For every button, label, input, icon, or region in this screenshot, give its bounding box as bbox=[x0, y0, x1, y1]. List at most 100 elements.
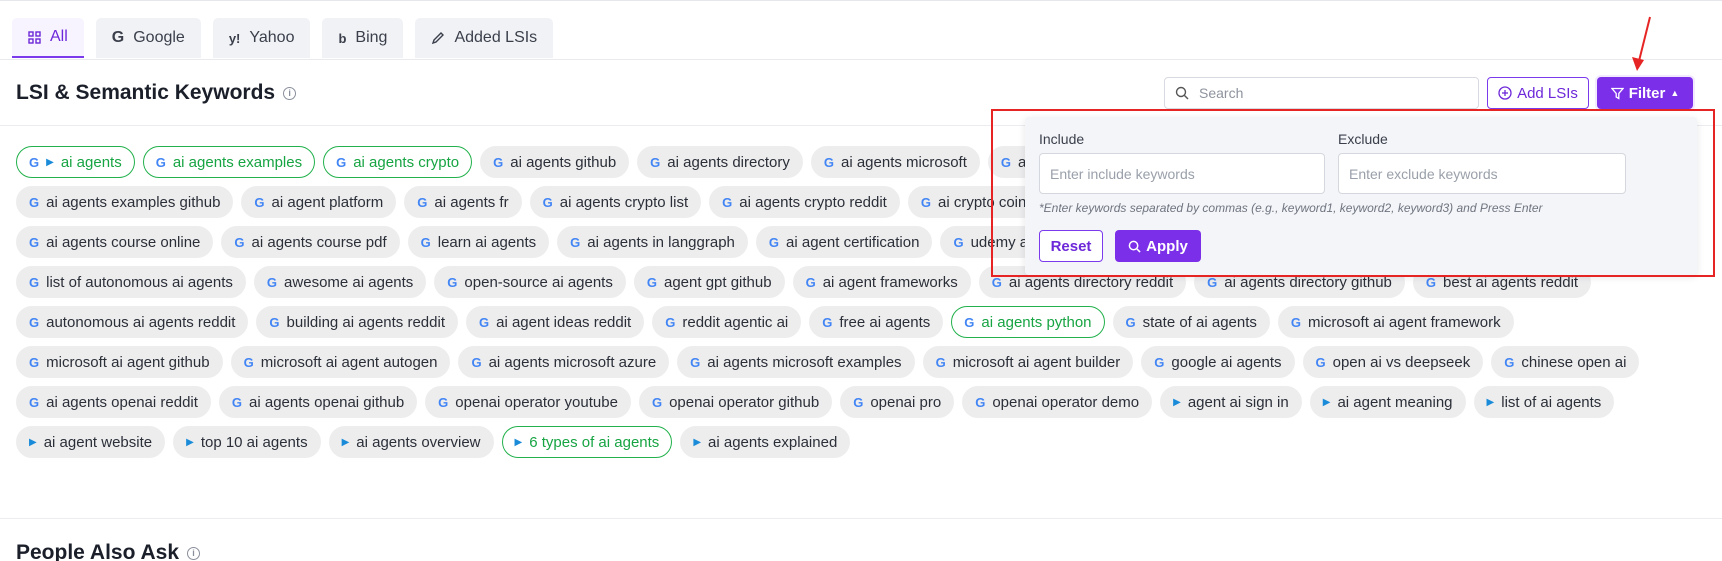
google-icon: G bbox=[29, 354, 40, 370]
keyword-chip[interactable]: Gai agent certification bbox=[755, 226, 933, 258]
keyword-chip[interactable]: Gstate of ai agents bbox=[1112, 306, 1270, 338]
keyword-chip[interactable]: ▶ agent ai sign in bbox=[1160, 386, 1302, 418]
google-icon: G bbox=[29, 234, 40, 250]
keyword-chip[interactable]: Gopenai operator youtube bbox=[425, 386, 631, 418]
include-field[interactable] bbox=[1039, 153, 1325, 194]
keyword-chip[interactable]: ▶ list of ai agents bbox=[1473, 386, 1615, 418]
keyword-chip[interactable]: Greddit agentic ai bbox=[652, 306, 802, 338]
keyword-chip[interactable]: ▶ ai agent meaning bbox=[1309, 386, 1466, 418]
keyword-text: ai agents course pdf bbox=[251, 233, 387, 251]
keyword-text: ai agent frameworks bbox=[822, 273, 958, 291]
keyword-text: ai agent platform bbox=[271, 193, 384, 211]
keyword-chip[interactable]: Gmicrosoft ai agent autogen bbox=[230, 346, 451, 378]
google-icon: G bbox=[853, 394, 864, 410]
tab-label: Yahoo bbox=[249, 29, 295, 46]
keyword-chip[interactable]: Gai agents microsoft azure bbox=[458, 346, 670, 378]
info-icon[interactable]: i bbox=[187, 546, 200, 560]
keyword-chip[interactable]: Glist of autonomous ai agents bbox=[16, 266, 246, 298]
keyword-chip[interactable]: ▶ ai agent website bbox=[16, 426, 166, 458]
keyword-chip[interactable]: Gai agents crypto list bbox=[529, 186, 702, 218]
keyword-chip[interactable]: Gai agents examples github bbox=[16, 186, 234, 218]
bing-icon: b bbox=[338, 30, 347, 46]
google-icon: G bbox=[964, 314, 975, 330]
keyword-chip[interactable]: Gai agents openai reddit bbox=[16, 386, 211, 418]
tab-added-lsis[interactable]: Added LSIs bbox=[415, 18, 554, 58]
keyword-chip[interactable]: Gautonomous ai agents reddit bbox=[16, 306, 249, 338]
keyword-text: google ai agents bbox=[1171, 353, 1282, 371]
keyword-chip[interactable]: Gai agents crypto bbox=[323, 146, 473, 178]
keyword-chip[interactable]: G ▶ ai agents bbox=[16, 146, 135, 178]
keyword-chip[interactable]: Gai agent frameworks bbox=[792, 266, 971, 298]
keyword-chip[interactable]: Gai agents in langgraph bbox=[557, 226, 748, 258]
plus-circle-icon bbox=[1498, 86, 1512, 100]
keyword-text: reddit agentic ai bbox=[682, 313, 789, 331]
exclude-field[interactable] bbox=[1338, 153, 1626, 194]
keyword-chip[interactable]: Gopen ai vs deepseek bbox=[1302, 346, 1484, 378]
search-icon bbox=[1175, 86, 1189, 100]
keyword-text: chinese open ai bbox=[1521, 353, 1627, 371]
keyword-chip[interactable]: Gfree ai agents bbox=[809, 306, 944, 338]
keyword-chip[interactable]: Gopenai operator github bbox=[638, 386, 833, 418]
keyword-chip[interactable]: Gmicrosoft ai agent framework bbox=[1277, 306, 1514, 338]
keyword-chip[interactable]: Gchinese open ai bbox=[1491, 346, 1640, 378]
keyword-text: building ai agents reddit bbox=[286, 313, 445, 331]
keyword-chip[interactable]: Gai agents directory bbox=[637, 146, 803, 178]
keyword-text: ai agents examples bbox=[172, 153, 303, 171]
keyword-text: 6 types of ai agents bbox=[529, 433, 660, 451]
keyword-chip[interactable]: Gai agents microsoft bbox=[810, 146, 980, 178]
google-icon: G bbox=[665, 314, 676, 330]
keyword-chip[interactable]: ▶ 6 types of ai agents bbox=[501, 426, 673, 458]
keyword-chip[interactable]: Gai agents openai github bbox=[218, 386, 418, 418]
keyword-chip[interactable]: Gai agents fr bbox=[404, 186, 522, 218]
info-icon[interactable]: i bbox=[283, 86, 297, 100]
tab-all[interactable]: All bbox=[12, 18, 84, 58]
bing-icon: ▶ bbox=[1486, 396, 1495, 408]
keyword-chip[interactable]: Gopenai operator demo bbox=[962, 386, 1153, 418]
keyword-chip[interactable]: Gai agents crypto reddit bbox=[709, 186, 900, 218]
keyword-chip[interactable]: Gmicrosoft ai agent github bbox=[16, 346, 223, 378]
keyword-chip[interactable]: Gawesome ai agents bbox=[253, 266, 427, 298]
keyword-chip[interactable]: Gai agent platform bbox=[241, 186, 397, 218]
keyword-chip[interactable]: Gai agent ideas reddit bbox=[466, 306, 645, 338]
google-icon: G bbox=[651, 394, 663, 410]
keyword-chip[interactable]: Gai agents examples bbox=[142, 146, 316, 178]
keyword-chip[interactable]: ▶ ai agents explained bbox=[680, 426, 851, 458]
keyword-chip[interactable]: ▶ ai agents overview bbox=[328, 426, 494, 458]
keyword-chip[interactable]: Gai agents python bbox=[951, 306, 1105, 338]
filter-hint: *Enter keywords separated by commas (e.g… bbox=[1039, 201, 1543, 215]
google-icon: G bbox=[646, 274, 657, 290]
keyword-chip[interactable]: Gopen-source ai agents bbox=[434, 266, 626, 298]
keyword-chip[interactable]: Gmicrosoft ai agent builder bbox=[922, 346, 1134, 378]
google-icon: G bbox=[269, 314, 280, 330]
bing-icon: ▶ bbox=[514, 436, 523, 448]
keyword-chip[interactable]: Gai agents microsoft examples bbox=[677, 346, 915, 378]
keyword-chip[interactable]: Ggoogle ai agents bbox=[1141, 346, 1295, 378]
filter-label: Filter bbox=[1628, 84, 1666, 102]
page: All G Google y! Yahoo b Bing Added LSIs … bbox=[0, 0, 1722, 561]
keyword-chip[interactable]: Gai agents github bbox=[480, 146, 630, 178]
google-icon: G bbox=[155, 154, 166, 170]
search-input[interactable] bbox=[1199, 85, 1459, 101]
filter-button[interactable]: Filter ▲ bbox=[1597, 77, 1693, 109]
keyword-chip[interactable]: ▶ top 10 ai agents bbox=[173, 426, 321, 458]
keyword-chip[interactable]: Gopenai pro bbox=[840, 386, 955, 418]
keyword-chip[interactable]: Glearn ai agents bbox=[407, 226, 550, 258]
keyword-text: ai agents overview bbox=[356, 433, 481, 451]
keyword-text: ai agents python bbox=[981, 313, 1092, 331]
keyword-chip[interactable]: Gai agents course online bbox=[16, 226, 214, 258]
keyword-text: open-source ai agents bbox=[464, 273, 613, 291]
keyword-text: free ai agents bbox=[839, 313, 931, 331]
google-icon: G bbox=[1154, 354, 1165, 370]
tab-yahoo[interactable]: y! Yahoo bbox=[212, 18, 311, 58]
apply-button[interactable]: Apply bbox=[1115, 230, 1201, 262]
keyword-chip[interactable]: Gagent gpt github bbox=[633, 266, 785, 298]
tab-google[interactable]: G Google bbox=[95, 18, 201, 58]
keyword-text: ai agent certification bbox=[786, 233, 920, 251]
add-lsis-button[interactable]: Add LSIs bbox=[1487, 77, 1589, 109]
keyword-chip[interactable]: Gai agents course pdf bbox=[221, 226, 400, 258]
reset-button[interactable]: Reset bbox=[1039, 230, 1103, 262]
keyword-chip[interactable]: Gbuilding ai agents reddit bbox=[256, 306, 458, 338]
tab-bing[interactable]: b Bing bbox=[322, 18, 404, 58]
keyword-text: ai agents github bbox=[510, 153, 617, 171]
keyword-text: ai agents examples github bbox=[46, 193, 221, 211]
